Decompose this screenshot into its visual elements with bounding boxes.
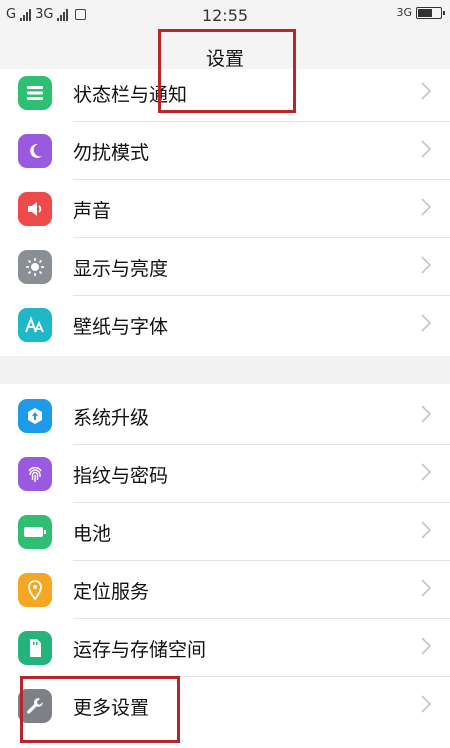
chevron-right-icon — [420, 635, 432, 657]
chevron-right-icon — [420, 312, 432, 334]
settings-item-label: 电池 — [73, 523, 112, 545]
font-icon — [18, 308, 52, 342]
network-3g-right: 3G — [396, 6, 412, 19]
speaker-icon — [18, 192, 52, 226]
settings-item-label: 系统升级 — [73, 407, 150, 429]
settings-item-label: 勿扰模式 — [73, 142, 150, 164]
battery-icon — [416, 6, 445, 19]
chevron-right-icon — [420, 519, 432, 541]
chevron-right-icon — [420, 403, 432, 425]
battery-icon — [18, 515, 52, 549]
fingerprint-icon — [18, 457, 52, 491]
chevron-right-icon — [420, 196, 432, 218]
upgrade-icon — [18, 399, 52, 433]
settings-item-sun[interactable]: 显示与亮度 — [0, 238, 450, 296]
moon-icon — [18, 134, 52, 168]
location-icon — [18, 573, 52, 607]
chevron-right-icon — [420, 80, 432, 102]
list-icon — [18, 76, 52, 110]
settings-item-speaker[interactable]: 声音 — [0, 180, 450, 238]
clock: 12:55 — [201, 6, 249, 25]
chevron-right-icon — [420, 138, 432, 160]
settings-item-moon[interactable]: 勿扰模式 — [0, 122, 450, 180]
annotation-box-title — [158, 29, 296, 113]
chevron-right-icon — [420, 693, 432, 715]
settings-item-font[interactable]: 壁纸与字体 — [0, 296, 450, 354]
settings-item-label: 声音 — [73, 200, 112, 222]
chevron-right-icon — [420, 461, 432, 483]
sun-icon — [18, 250, 52, 284]
storage-icon — [18, 631, 52, 665]
settings-item-label: 显示与亮度 — [73, 258, 169, 280]
settings-item-label: 壁纸与字体 — [73, 316, 169, 338]
settings-item-label: 运存与存储空间 — [73, 639, 207, 661]
settings-item-storage[interactable]: 运存与存储空间 — [0, 619, 450, 677]
settings-item-location[interactable]: 定位服务 — [0, 561, 450, 619]
settings-item-battery[interactable]: 电池 — [0, 503, 450, 561]
status-bar: G 3G 12:55 3G — [0, 0, 450, 30]
settings-item-fingerprint[interactable]: 指纹与密码 — [0, 445, 450, 503]
status-right: 3G — [396, 6, 445, 19]
settings-item-upgrade[interactable]: 系统升级 — [0, 387, 450, 445]
annotation-box-more-settings — [20, 676, 180, 743]
settings-item-label: 指纹与密码 — [73, 465, 169, 487]
chevron-right-icon — [420, 577, 432, 599]
chevron-right-icon — [420, 254, 432, 276]
settings-item-label: 定位服务 — [73, 581, 150, 603]
